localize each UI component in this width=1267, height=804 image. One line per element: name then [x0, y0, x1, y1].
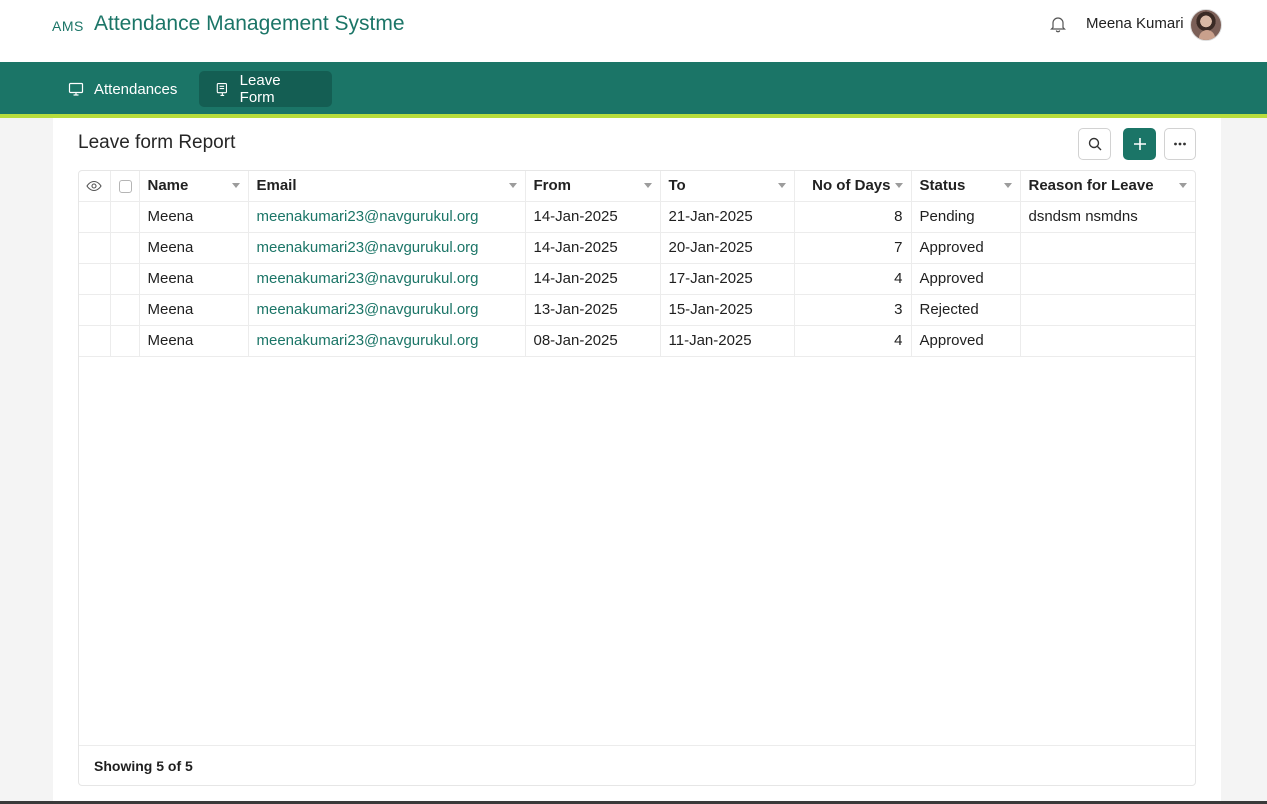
column-header-name[interactable]: Name — [139, 171, 249, 202]
top-header: AMS Attendance Management Systme Meena K… — [0, 0, 1267, 62]
sort-caret-icon[interactable] — [894, 183, 903, 188]
nav-item-label: Leave Form — [239, 72, 281, 106]
cell-to: 20-Jan-2025 — [660, 232, 795, 264]
monitor-icon — [68, 82, 84, 96]
nav-item-attendances[interactable]: Attendances — [52, 71, 191, 107]
page-title: Leave form Report — [78, 132, 236, 153]
search-icon — [1088, 137, 1101, 151]
search-button[interactable] — [1078, 128, 1111, 160]
more-icon — [1174, 142, 1186, 146]
row-checkbox-cell[interactable] — [110, 263, 140, 295]
table-row[interactable]: Meena meenakumari23@navgurukul.org 13-Ja… — [79, 294, 1195, 326]
column-header-no-of-days[interactable]: No of Days — [794, 171, 912, 202]
form-icon — [216, 82, 228, 96]
add-button[interactable] — [1123, 128, 1156, 160]
sort-caret-icon[interactable] — [1003, 183, 1012, 188]
column-header-email[interactable]: Email — [248, 171, 526, 202]
cell-email[interactable]: meenakumari23@navgurukul.org — [248, 201, 526, 233]
app-title[interactable]: Attendance Management Systme — [94, 12, 405, 36]
sort-caret-icon[interactable] — [777, 183, 786, 188]
cell-days: 4 — [794, 263, 912, 295]
cell-days: 3 — [794, 294, 912, 326]
row-checkbox-cell[interactable] — [110, 325, 140, 357]
table-header-row: Name Email From To No of Days Status Rea… — [79, 171, 1195, 202]
cell-status: Pending — [911, 201, 1021, 233]
cell-from: 14-Jan-2025 — [525, 232, 661, 264]
row-index-cell — [79, 263, 111, 295]
cell-reason — [1020, 232, 1195, 264]
table-row[interactable]: Meena meenakumari23@navgurukul.org 14-Ja… — [79, 201, 1195, 233]
cell-from: 14-Jan-2025 — [525, 201, 661, 233]
table-row[interactable]: Meena meenakumari23@navgurukul.org 14-Ja… — [79, 263, 1195, 295]
row-count-text: Showing 5 of 5 — [94, 757, 193, 774]
row-index-cell — [79, 232, 111, 264]
cell-days: 7 — [794, 232, 912, 264]
column-header-from[interactable]: From — [525, 171, 661, 202]
user-name[interactable]: Meena Kumari — [1086, 15, 1184, 32]
cell-reason — [1020, 263, 1195, 295]
row-index-cell — [79, 325, 111, 357]
row-index-cell — [79, 201, 111, 233]
sort-caret-icon[interactable] — [508, 183, 517, 188]
sort-caret-icon[interactable] — [643, 183, 652, 188]
cell-name: Meena — [139, 294, 249, 326]
brand-abbreviation: AMS — [52, 18, 84, 34]
cell-name: Meena — [139, 232, 249, 264]
cell-status: Approved — [911, 263, 1021, 295]
column-header-status[interactable]: Status — [911, 171, 1021, 202]
more-options-button[interactable] — [1164, 128, 1196, 160]
main-navbar: Attendances Leave Form — [0, 62, 1267, 118]
cell-name: Meena — [139, 263, 249, 295]
cell-email[interactable]: meenakumari23@navgurukul.org — [248, 325, 526, 357]
cell-status: Approved — [911, 232, 1021, 264]
cell-days: 8 — [794, 201, 912, 233]
table-footer: Showing 5 of 5 — [79, 745, 1195, 785]
column-visibility-toggle[interactable] — [79, 171, 111, 202]
plus-icon — [1133, 138, 1146, 150]
cell-status: Rejected — [911, 294, 1021, 326]
column-header-to[interactable]: To — [660, 171, 795, 202]
sort-caret-icon[interactable] — [231, 183, 240, 188]
cell-reason: dsndsm nsmdns — [1020, 201, 1195, 233]
sort-caret-icon[interactable] — [1179, 183, 1187, 188]
row-checkbox-cell[interactable] — [110, 232, 140, 264]
row-checkbox-cell[interactable] — [110, 294, 140, 326]
cell-days: 4 — [794, 325, 912, 357]
cell-from: 14-Jan-2025 — [525, 263, 661, 295]
data-table: Name Email From To No of Days Status Rea… — [79, 171, 1195, 357]
nav-item-label: Attendances — [94, 80, 178, 98]
cell-name: Meena — [139, 201, 249, 233]
nav-item-leave-form[interactable]: Leave Form — [199, 71, 332, 107]
cell-status: Approved — [911, 325, 1021, 357]
cell-name: Meena — [139, 325, 249, 357]
cell-from: 13-Jan-2025 — [525, 294, 661, 326]
table-row[interactable]: Meena meenakumari23@navgurukul.org 14-Ja… — [79, 232, 1195, 264]
column-header-reason[interactable]: Reason for Leave — [1020, 171, 1195, 202]
cell-from: 08-Jan-2025 — [525, 325, 661, 357]
row-index-cell — [79, 294, 111, 326]
leave-report-table: Name Email From To No of Days Status Rea… — [78, 170, 1196, 786]
select-all-checkbox[interactable] — [110, 171, 140, 202]
cell-to: 15-Jan-2025 — [660, 294, 795, 326]
cell-email[interactable]: meenakumari23@navgurukul.org — [248, 232, 526, 264]
cell-email[interactable]: meenakumari23@navgurukul.org — [248, 294, 526, 326]
cell-email[interactable]: meenakumari23@navgurukul.org — [248, 263, 526, 295]
avatar[interactable] — [1190, 9, 1222, 41]
row-checkbox-cell[interactable] — [110, 201, 140, 233]
cell-to: 21-Jan-2025 — [660, 201, 795, 233]
table-row[interactable]: Meena meenakumari23@navgurukul.org 08-Ja… — [79, 325, 1195, 357]
eye-icon — [86, 181, 102, 192]
cell-to: 17-Jan-2025 — [660, 263, 795, 295]
bell-icon[interactable] — [1048, 14, 1068, 34]
cell-to: 11-Jan-2025 — [660, 325, 795, 357]
cell-reason — [1020, 325, 1195, 357]
cell-reason — [1020, 294, 1195, 326]
